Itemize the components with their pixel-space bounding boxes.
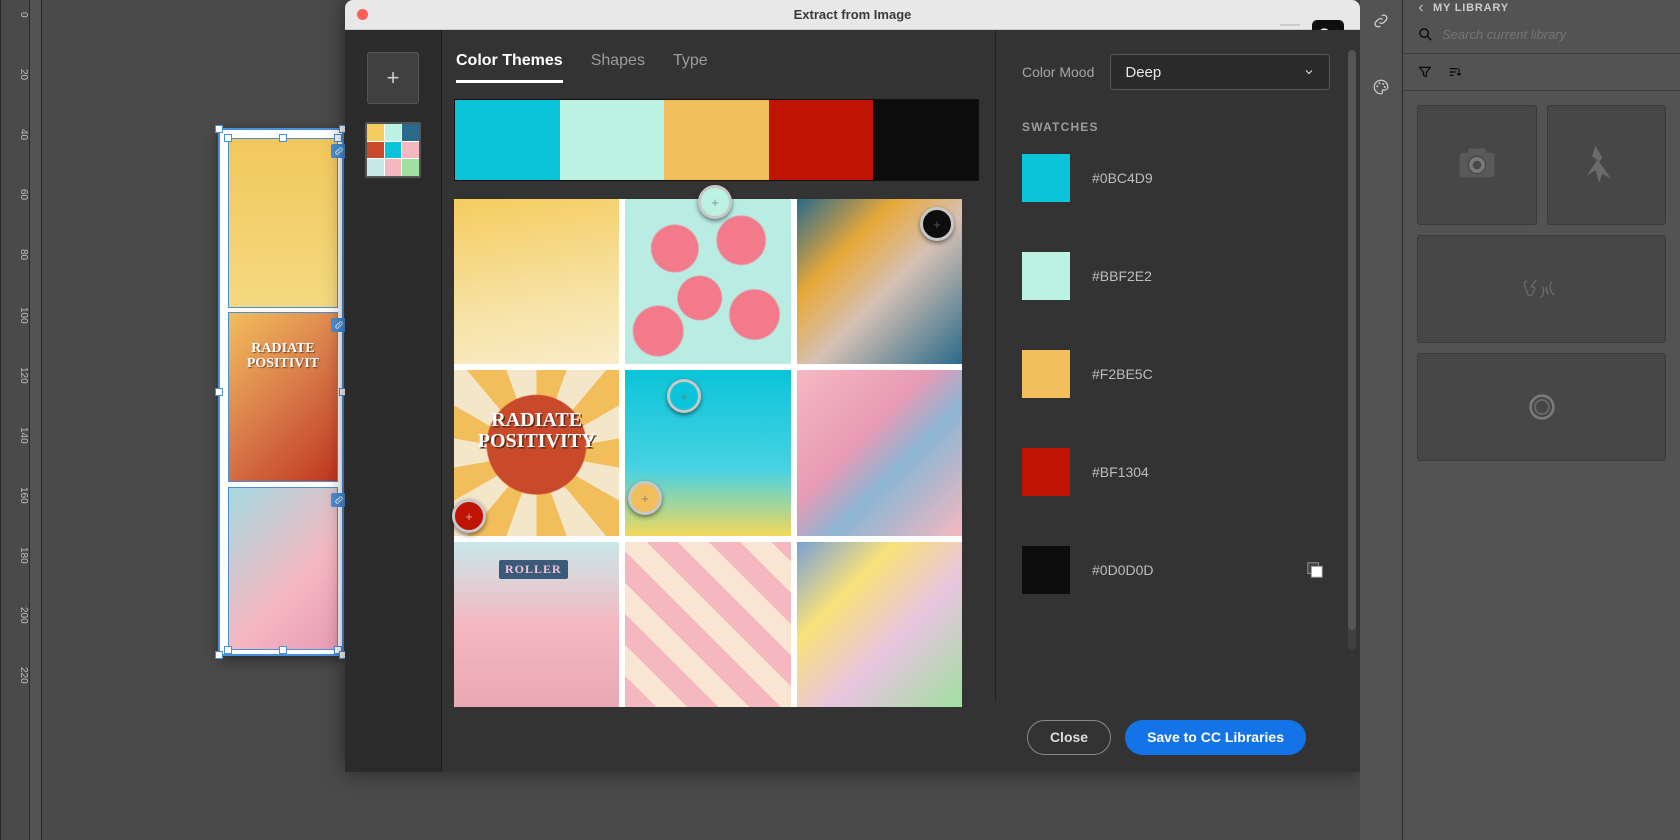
chevron-left-icon — [1415, 2, 1427, 14]
color-panel-icon[interactable] — [1366, 74, 1396, 100]
placed-image-2[interactable]: RADIATEPOSITIVIT — [228, 312, 338, 482]
swatches-panel: Color Mood Deep SWATCHES #0BC4D9 #BBF2E2… — [995, 30, 1360, 772]
color-picker-handle[interactable]: + — [698, 185, 732, 219]
color-mood-label: Color Mood — [1022, 64, 1094, 80]
modal-title: Extract from Image — [345, 7, 1360, 22]
canvas-area[interactable]: RADIATEPOSITIVIT — [72, 0, 344, 840]
library-search — [1403, 16, 1680, 54]
swatch-hex: #BF1304 — [1092, 464, 1149, 480]
swatch-hex: #0BC4D9 — [1092, 170, 1153, 186]
swatch-hex: #F2BE5C — [1092, 366, 1153, 382]
grid-cell — [625, 199, 790, 364]
library-header[interactable]: MY LIBRARY — [1403, 0, 1680, 16]
swatch-color[interactable] — [1022, 546, 1070, 594]
palette-swatch-5[interactable] — [873, 100, 978, 180]
sort-icon[interactable] — [1447, 64, 1463, 80]
swatch-color[interactable] — [1022, 154, 1070, 202]
swatch-hex: #BBF2E2 — [1092, 268, 1152, 284]
transparency-icon — [1306, 561, 1324, 579]
library-asset[interactable] — [1547, 105, 1667, 225]
source-thumbnail-column: + — [345, 30, 442, 772]
vertical-ruler: 0 20 40 60 80 100 120 140 160 180 200 22… — [0, 0, 30, 840]
library-asset[interactable] — [1417, 353, 1666, 461]
right-panel-icons — [1360, 0, 1402, 840]
artboard[interactable]: RADIATEPOSITIVIT — [218, 128, 344, 656]
swatch-row[interactable]: #BBF2E2 — [1022, 252, 1330, 300]
links-panel-icon[interactable] — [1366, 8, 1396, 34]
swatch-row[interactable]: #F2BE5C — [1022, 350, 1330, 398]
placed-image-3[interactable] — [228, 487, 338, 650]
chevron-down-icon — [1303, 66, 1315, 78]
palette-swatch-1[interactable] — [455, 100, 560, 180]
source-thumbnail[interactable] — [365, 122, 421, 178]
swatch-row[interactable]: #0D0D0D — [1022, 546, 1330, 594]
modal-titlebar[interactable]: Extract from Image — [345, 0, 1360, 30]
swatches-section-label: SWATCHES — [1022, 120, 1330, 134]
tab-shapes[interactable]: Shapes — [591, 52, 645, 83]
save-to-libraries-button[interactable]: Save to CC Libraries — [1125, 720, 1306, 755]
palette-swatch-2[interactable] — [560, 100, 665, 180]
library-asset[interactable] — [1417, 235, 1666, 343]
grid-cell — [454, 199, 619, 364]
scrollbar[interactable] — [1348, 50, 1356, 650]
filter-icon[interactable] — [1417, 64, 1433, 80]
window-minimize-button[interactable] — [375, 9, 386, 20]
tab-color-themes[interactable]: Color Themes — [456, 52, 563, 83]
close-button[interactable]: Close — [1027, 720, 1111, 755]
window-close-button[interactable] — [357, 9, 368, 20]
modal-footer: Close Save to CC Libraries — [981, 702, 1360, 772]
grid-cell — [797, 370, 962, 535]
swatch-color[interactable] — [1022, 448, 1070, 496]
extracted-palette[interactable] — [454, 99, 979, 181]
library-asset[interactable] — [1417, 105, 1537, 225]
tab-type[interactable]: Type — [673, 52, 708, 83]
modal-main-column: Color Themes Shapes Type Ca RADIATEPOSIT… — [442, 30, 995, 772]
library-filter-bar — [1403, 54, 1680, 91]
color-picker-handle[interactable]: + — [920, 207, 954, 241]
palette-swatch-4[interactable] — [769, 100, 874, 180]
grid-cell: ROLLER — [454, 542, 619, 707]
plus-icon: + — [387, 65, 400, 91]
color-picker-handle[interactable]: + — [452, 499, 486, 533]
color-picker-handle[interactable]: + — [667, 379, 701, 413]
library-search-input[interactable] — [1442, 27, 1666, 42]
swatch-color[interactable] — [1022, 350, 1070, 398]
grid-cell — [797, 542, 962, 707]
extract-from-image-modal: Extract from Image + Color Themes Shapes… — [345, 0, 1360, 772]
source-image-grid[interactable]: RADIATEPOSITIVITY ROLLER + + + + + — [454, 199, 962, 707]
swatch-row[interactable]: #BF1304 — [1022, 448, 1330, 496]
swatch-hex: #0D0D0D — [1092, 562, 1153, 578]
palette-swatch-3[interactable] — [664, 100, 769, 180]
placed-image-1[interactable] — [228, 138, 338, 308]
swatch-row[interactable]: #0BC4D9 — [1022, 154, 1330, 202]
cc-libraries-panel: MY LIBRARY — [1402, 0, 1680, 840]
window-zoom-button[interactable] — [393, 9, 404, 20]
swatch-color[interactable] — [1022, 252, 1070, 300]
extract-tabs: Color Themes Shapes Type — [454, 52, 979, 83]
grid-cell — [625, 542, 790, 707]
color-mood-select[interactable]: Deep — [1110, 54, 1330, 90]
search-icon — [1417, 26, 1434, 43]
add-image-button[interactable]: + — [367, 52, 419, 104]
library-items-grid — [1403, 91, 1680, 475]
color-picker-handle[interactable]: + — [628, 481, 662, 515]
